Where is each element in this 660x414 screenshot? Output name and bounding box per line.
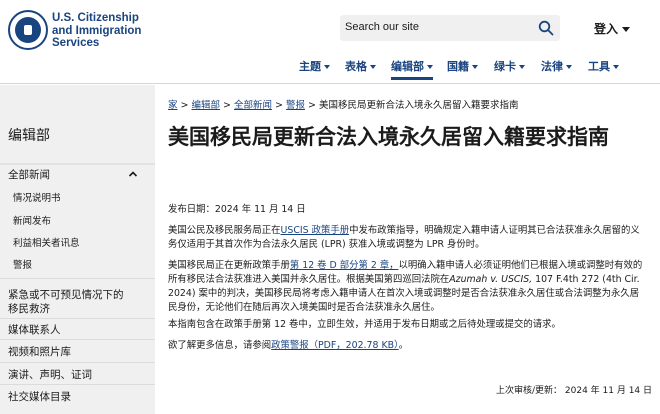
nav-forms[interactable]: 表格 [345, 58, 376, 74]
sidebar-divider [0, 384, 155, 385]
p4-text-after: 。 [398, 340, 409, 351]
agency-line-2: and Immigration [52, 24, 142, 37]
nav-topics[interactable]: 主题 [299, 58, 330, 74]
nav-forms-label: 表格 [345, 60, 367, 73]
chevron-down-icon [613, 65, 619, 69]
chevron-down-icon [622, 27, 631, 32]
article-paragraph-1: 美国公民及移民服务局正在USCIS 政策手册中发布政策指导，明确规定入籍申请人证… [168, 224, 646, 252]
breadcrumb: 家 > 编辑部 > 全部新闻 > 警报 > 美国移民局更新合法入境永久居留入籍要求指南 [168, 100, 519, 111]
sidebar-item-media-contacts[interactable]: 媒体联系人 [8, 322, 61, 337]
agency-name[interactable]: U.S. Citizenship and Immigration Service… [52, 12, 162, 50]
sidebar-item-social-media[interactable]: 社交媒体目录 [8, 389, 71, 404]
login-label: 登入 [594, 22, 619, 36]
nav-tools-label: 工具 [588, 60, 610, 73]
nav-green-card-label: 绿卡 [494, 60, 516, 73]
last-updated: 上次审核/更新： 2024 年 11 月 14 日 [496, 386, 653, 396]
sidebar-item-emergency-relief-line2[interactable]: 移民救济 [8, 301, 50, 316]
site-header: U.S. Citizenship and Immigration Service… [0, 0, 660, 84]
breadcrumb-all-news[interactable]: 全部新闻 [234, 100, 272, 111]
sidebar-item-all-news[interactable]: 全部新闻 [8, 167, 50, 182]
publish-date: 发布日期：2024 年 11 月 14 日 [168, 204, 306, 215]
nav-newsroom[interactable]: 编辑部 [391, 58, 433, 80]
agency-line-3: Services [52, 37, 100, 49]
breadcrumb-current: 美国移民局更新合法入境永久居留入籍要求指南 [318, 100, 519, 111]
nav-citizenship-label: 国籍 [447, 60, 469, 73]
p1-text-before: 美国公民及移民服务局正在 [168, 225, 281, 236]
agency-line-1: U.S. Citizenship [52, 12, 139, 24]
chevron-down-icon [566, 65, 572, 69]
sidebar-item-speeches[interactable]: 演讲、声明、证词 [8, 367, 92, 382]
breadcrumb-alerts[interactable]: 警报 [286, 100, 305, 111]
policy-alert-pdf-link[interactable]: 政策警报（PDF，202.78 KB） [271, 340, 399, 351]
breadcrumb-newsroom[interactable]: 编辑部 [191, 100, 220, 111]
sidebar-divider [0, 163, 155, 165]
sidebar-divider [0, 362, 155, 363]
sidebar-divider [0, 318, 155, 319]
chevron-down-icon [472, 65, 478, 69]
policy-manual-link[interactable]: USCIS 政策手册 [281, 225, 350, 236]
sidebar-item-alerts[interactable]: 警报 [13, 257, 32, 271]
sidebar-item-stakeholder-messages[interactable]: 利益相关者讯息 [13, 235, 80, 249]
article-paragraph-2: 美国移民局正在更新政策手册第 12 卷 D 部分第 2 章，以明确入籍申请人必须… [168, 259, 646, 315]
nav-laws-label: 法律 [541, 60, 563, 73]
volume-12-link[interactable]: 第 12 卷 D 部分第 2 章， [290, 260, 399, 271]
nav-laws[interactable]: 法律 [541, 58, 572, 74]
case-name: Azumah v. USCIS, [449, 274, 533, 285]
sidebar-item-video-photo[interactable]: 视频和照片库 [8, 344, 71, 359]
chevron-down-icon [324, 65, 330, 69]
nav-tools[interactable]: 工具 [588, 58, 619, 74]
sidebar-item-emergency-relief-line1[interactable]: 紧急或不可预见情况下的 [8, 287, 124, 302]
sidebar-title: 编辑部 [8, 128, 50, 144]
chevron-up-icon[interactable] [128, 169, 138, 179]
search-placeholder: Search our site [345, 21, 419, 33]
nav-green-card[interactable]: 绿卡 [494, 58, 525, 74]
chevron-down-icon [519, 65, 525, 69]
page-title: 美国移民局更新合法入境永久居留入籍要求指南 [168, 125, 609, 149]
sidebar-divider [0, 278, 155, 279]
article-paragraph-3: 本指南包含在政策手册第 12 卷中，立即生效，并适用于发布日期或之后待处理或提交… [168, 319, 561, 330]
login-menu-button[interactable]: 登入 [594, 20, 631, 37]
sidebar-item-news-releases[interactable]: 新闻发布 [13, 213, 51, 227]
nav-citizenship[interactable]: 国籍 [447, 58, 478, 74]
sidebar-divider [0, 339, 155, 340]
chevron-down-icon [370, 65, 376, 69]
sidebar: 编辑部 全部新闻 情况说明书 新闻发布 利益相关者讯息 警报 紧急或不可预见情况… [0, 85, 155, 414]
sidebar-item-fact-sheets[interactable]: 情况说明书 [13, 190, 61, 204]
article-paragraph-4: 欲了解更多信息，请参阅政策警报（PDF，202.78 KB）。 [168, 339, 646, 353]
search-input[interactable]: Search our site [340, 15, 560, 41]
chevron-down-icon [427, 65, 433, 69]
p4-text-before: 欲了解更多信息，请参阅 [168, 340, 272, 351]
p2-text-before: 美国移民局正在更新政策手册 [168, 260, 290, 271]
uscis-seal-logo[interactable] [8, 10, 48, 50]
nav-topics-label: 主题 [299, 60, 321, 73]
breadcrumb-home[interactable]: 家 [168, 100, 178, 111]
nav-newsroom-label: 编辑部 [391, 60, 424, 73]
search-icon[interactable] [538, 20, 554, 36]
